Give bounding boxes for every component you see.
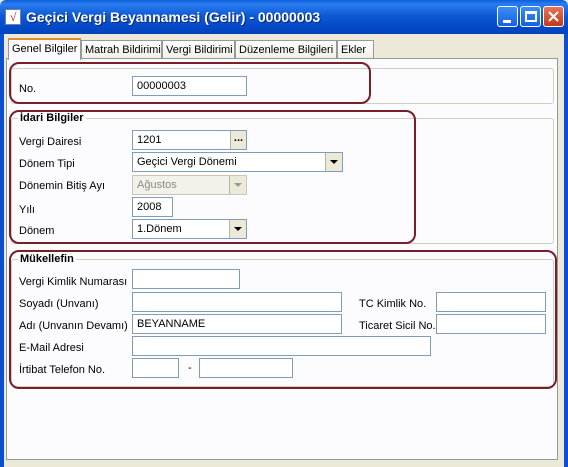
tab-duzenleme-bilgileri[interactable]: Düzenleme Bilgileri <box>235 40 337 59</box>
maximize-icon <box>525 11 537 22</box>
minimize-button[interactable] <box>497 6 518 27</box>
tab-genel-bilgiler[interactable]: Genel Bilgiler <box>8 38 81 60</box>
close-button[interactable] <box>543 6 564 27</box>
tab-vergi-bildirimi[interactable]: Vergi Bildirimi <box>162 40 235 59</box>
app-icon: √ <box>5 9 21 25</box>
tab-ekler[interactable]: Ekler <box>337 40 374 59</box>
highlight-idari-section <box>9 110 416 244</box>
close-icon <box>548 11 559 22</box>
highlight-mukellef-section <box>9 250 557 389</box>
maximize-button[interactable] <box>520 6 541 27</box>
window-title: Geçici Vergi Beyannamesi (Gelir) - 00000… <box>26 9 321 25</box>
minimize-icon <box>503 20 511 23</box>
highlight-no-section <box>9 62 371 104</box>
title-bar[interactable]: √ Geçici Vergi Beyannamesi (Gelir) - 000… <box>0 0 568 34</box>
tab-matrah-bildirimi[interactable]: Matrah Bildirimi <box>81 40 162 59</box>
